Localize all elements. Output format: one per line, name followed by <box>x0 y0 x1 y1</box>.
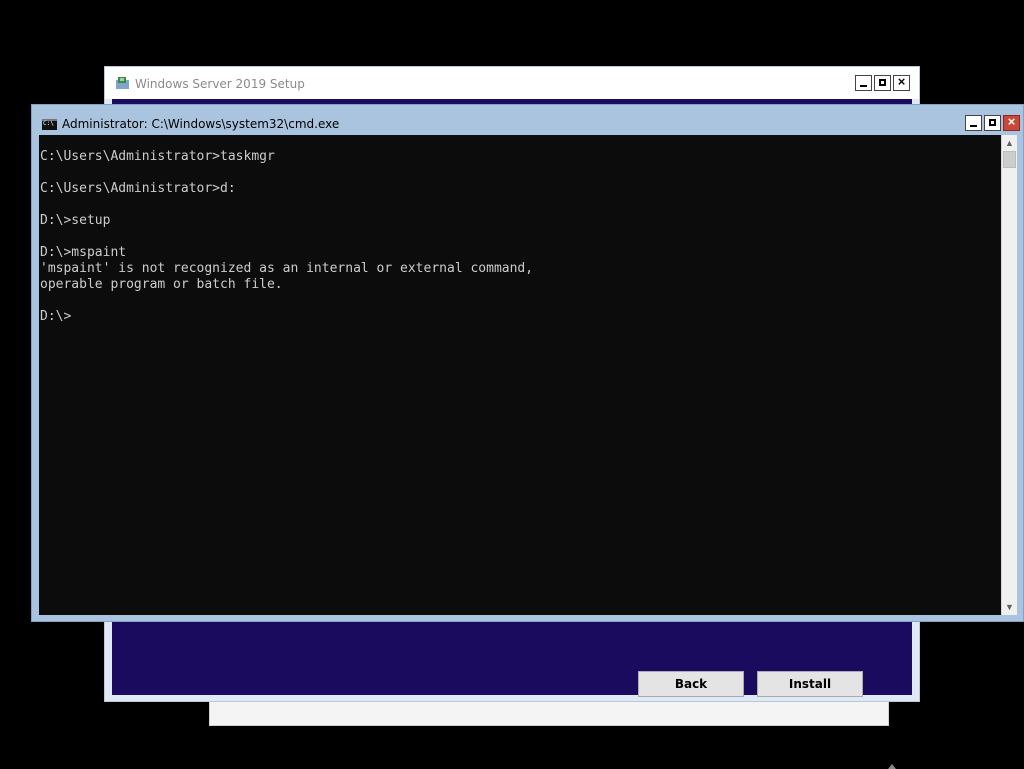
console-area[interactable]: C:\Users\Administrator>taskmgr C:\Users\… <box>39 135 1001 615</box>
setup-app-icon <box>116 77 129 89</box>
console-line: C:\Users\Administrator>taskmgr <box>40 149 275 164</box>
cmd-titlebar[interactable]: Administrator: C:\Windows\system32\cmd.e… <box>32 105 1023 135</box>
console-output: C:\Users\Administrator>taskmgr C:\Users\… <box>40 149 533 325</box>
console-line: D:\>mspaint <box>40 245 127 260</box>
console-line: D:\>setup <box>40 213 111 228</box>
console-line: C:\Users\Administrator>d: <box>40 181 236 196</box>
setup-window-shadow <box>209 700 889 726</box>
cmd-window-title: Administrator: C:\Windows\system32\cmd.e… <box>62 117 340 131</box>
cmd-app-icon <box>42 119 57 130</box>
vertical-scrollbar[interactable]: ▲ ▼ <box>1001 135 1017 615</box>
setup-titlebar[interactable]: Windows Server 2019 Setup × <box>105 67 919 99</box>
mouse-cursor <box>888 764 896 769</box>
chevron-down-icon[interactable]: ▼ <box>1002 599 1017 615</box>
close-icon[interactable]: × <box>893 74 910 91</box>
setup-window-title: Windows Server 2019 Setup <box>135 77 305 91</box>
minimize-icon[interactable] <box>855 75 872 91</box>
back-button[interactable]: Back <box>638 671 744 697</box>
console-line: operable program or batch file. <box>40 277 283 292</box>
console-line: 'mspaint' is not recognized as an intern… <box>40 261 534 276</box>
chevron-up-icon[interactable]: ▲ <box>1002 135 1017 151</box>
minimize-icon[interactable] <box>965 115 982 131</box>
cmd-window: Administrator: C:\Windows\system32\cmd.e… <box>31 104 1024 622</box>
maximize-icon[interactable] <box>984 115 1001 131</box>
install-button[interactable]: Install <box>757 671 863 697</box>
setup-window-controls: × <box>855 74 910 91</box>
close-icon[interactable]: × <box>1003 114 1020 131</box>
scrollbar-thumb[interactable] <box>1003 151 1016 168</box>
console-line: D:\> <box>40 309 72 324</box>
maximize-icon[interactable] <box>874 75 891 91</box>
cmd-window-controls: × <box>965 114 1020 131</box>
